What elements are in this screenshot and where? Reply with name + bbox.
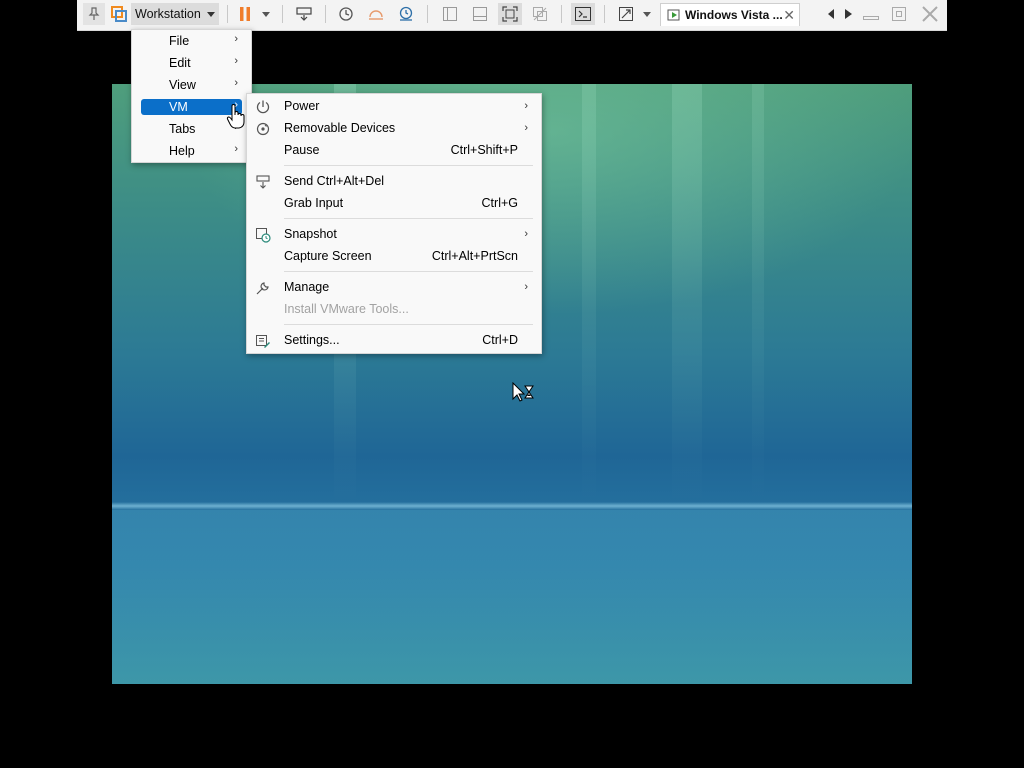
chevron-right-icon: › xyxy=(234,143,238,155)
menu-item-label: Snapshot xyxy=(284,227,337,241)
send-cad-icon[interactable] xyxy=(293,3,315,25)
dropdown-arrow-icon xyxy=(206,11,215,17)
full-screen-icon[interactable] xyxy=(498,3,522,25)
menu-item-label: Grab Input xyxy=(284,196,344,210)
menu-item-capture-screen[interactable]: Capture Screen Ctrl+Alt+PrtScn xyxy=(247,246,541,266)
view-dropdown-icon[interactable] xyxy=(640,3,654,25)
send-cad-icon xyxy=(256,175,270,189)
minimize-icon[interactable] xyxy=(860,3,882,25)
menu-item-label: Manage xyxy=(284,280,330,294)
menu-item-label: Removable Devices xyxy=(284,121,396,135)
close-tab-icon[interactable]: ✕ xyxy=(783,7,795,24)
menu-item-label: Edit xyxy=(169,56,191,70)
snapshot-icon xyxy=(256,228,271,243)
removable-devices-icon xyxy=(256,122,270,136)
vm-running-icon xyxy=(667,9,680,21)
vm-submenu: Power › Removable Devices › Pause Ctrl+S… xyxy=(246,93,542,354)
tab-windows-vista[interactable]: Windows Vista ... ✕ xyxy=(660,3,800,26)
menu-item-manage[interactable]: Manage › xyxy=(247,277,541,297)
shortcut-label: Ctrl+G xyxy=(481,196,518,210)
menu-item-label: Settings... xyxy=(284,333,340,347)
workstation-menu: File › Edit › View › VM › Tabs › Help › xyxy=(131,29,252,163)
menu-item-power[interactable]: Power › xyxy=(247,96,541,116)
hand-cursor-icon xyxy=(226,104,245,129)
show-thumbnails-icon[interactable] xyxy=(469,3,491,25)
snapshot-icon[interactable] xyxy=(335,3,357,25)
wrench-icon xyxy=(256,282,269,295)
power-icon xyxy=(256,100,270,114)
menu-item-removable-devices[interactable]: Removable Devices › xyxy=(247,118,541,138)
menu-item-label: Pause xyxy=(284,143,320,157)
background-floor xyxy=(112,510,912,684)
menu-item-snapshot[interactable]: Snapshot › xyxy=(247,224,541,244)
menu-item-send-ctrl-alt-del[interactable]: Send Ctrl+Alt+Del xyxy=(247,171,541,191)
menu-item-settings[interactable]: Settings... Ctrl+D xyxy=(247,330,541,350)
workstation-label: Workstation xyxy=(135,7,201,21)
settings-icon xyxy=(256,335,270,348)
busy-cursor-icon xyxy=(512,382,534,402)
menu-item-grab-input[interactable]: Grab Input Ctrl+G xyxy=(247,193,541,213)
menu-item-label: Send Ctrl+Alt+Del xyxy=(284,174,385,188)
menu-divider xyxy=(284,165,533,166)
snapshot-manager-icon[interactable] xyxy=(395,3,417,25)
chevron-right-icon: › xyxy=(234,33,238,45)
shortcut-label: Ctrl+Shift+P xyxy=(450,143,518,157)
background-light-streak xyxy=(582,84,596,504)
next-tab-icon[interactable] xyxy=(841,3,855,25)
menu-item-pause[interactable]: Pause Ctrl+Shift+P xyxy=(247,140,541,160)
menu-item-label: VM xyxy=(169,100,188,114)
menu-divider xyxy=(284,218,533,219)
chevron-right-icon: › xyxy=(524,122,528,134)
power-dropdown-icon[interactable] xyxy=(259,3,273,25)
shortcut-label: Ctrl+Alt+PrtScn xyxy=(431,249,518,263)
chevron-right-icon: › xyxy=(524,100,528,112)
stretch-guest-icon[interactable] xyxy=(615,3,637,25)
menu-item-label: File xyxy=(169,34,190,48)
menu-item-label: Install VMware Tools... xyxy=(284,302,409,316)
menu-item-label: Tabs xyxy=(169,122,196,136)
menu-item-label: Help xyxy=(169,144,195,158)
menu-divider xyxy=(284,324,533,325)
background-light-streak xyxy=(752,84,764,504)
restore-icon[interactable] xyxy=(888,3,910,25)
top-toolbar: Workstation Windows Vista ... ✕ xyxy=(77,0,947,31)
menu-divider xyxy=(284,271,533,272)
unity-icon[interactable] xyxy=(529,3,551,25)
show-library-icon[interactable] xyxy=(439,3,461,25)
tab-label: Windows Vista ... xyxy=(685,8,783,22)
menu-item-edit[interactable]: Edit › xyxy=(141,55,242,71)
menu-item-label: View xyxy=(169,78,196,92)
chevron-right-icon: › xyxy=(524,281,528,293)
workstation-menu-button[interactable]: Workstation xyxy=(131,3,219,25)
shortcut-label: Ctrl+D xyxy=(482,333,518,347)
chevron-right-icon: › xyxy=(234,55,238,67)
console-view-icon[interactable] xyxy=(571,3,595,25)
previous-tab-icon[interactable] xyxy=(824,3,838,25)
chevron-right-icon: › xyxy=(234,77,238,89)
menu-item-label: Power xyxy=(284,99,320,113)
chevron-right-icon: › xyxy=(524,228,528,240)
close-window-icon[interactable] xyxy=(919,3,941,25)
menu-item-install-vmware-tools: Install VMware Tools... xyxy=(247,299,541,319)
background-horizon xyxy=(112,502,912,510)
menu-item-label: Capture Screen xyxy=(284,249,372,263)
pin-icon[interactable] xyxy=(83,3,105,25)
revert-snapshot-icon[interactable] xyxy=(365,3,387,25)
background-light-streak xyxy=(672,84,702,504)
vmware-logo-icon xyxy=(109,3,129,25)
menu-item-file[interactable]: File › xyxy=(141,33,242,49)
menu-item-help[interactable]: Help › xyxy=(141,143,242,159)
pause-icon[interactable] xyxy=(235,3,255,25)
menu-item-view[interactable]: View › xyxy=(141,77,242,93)
